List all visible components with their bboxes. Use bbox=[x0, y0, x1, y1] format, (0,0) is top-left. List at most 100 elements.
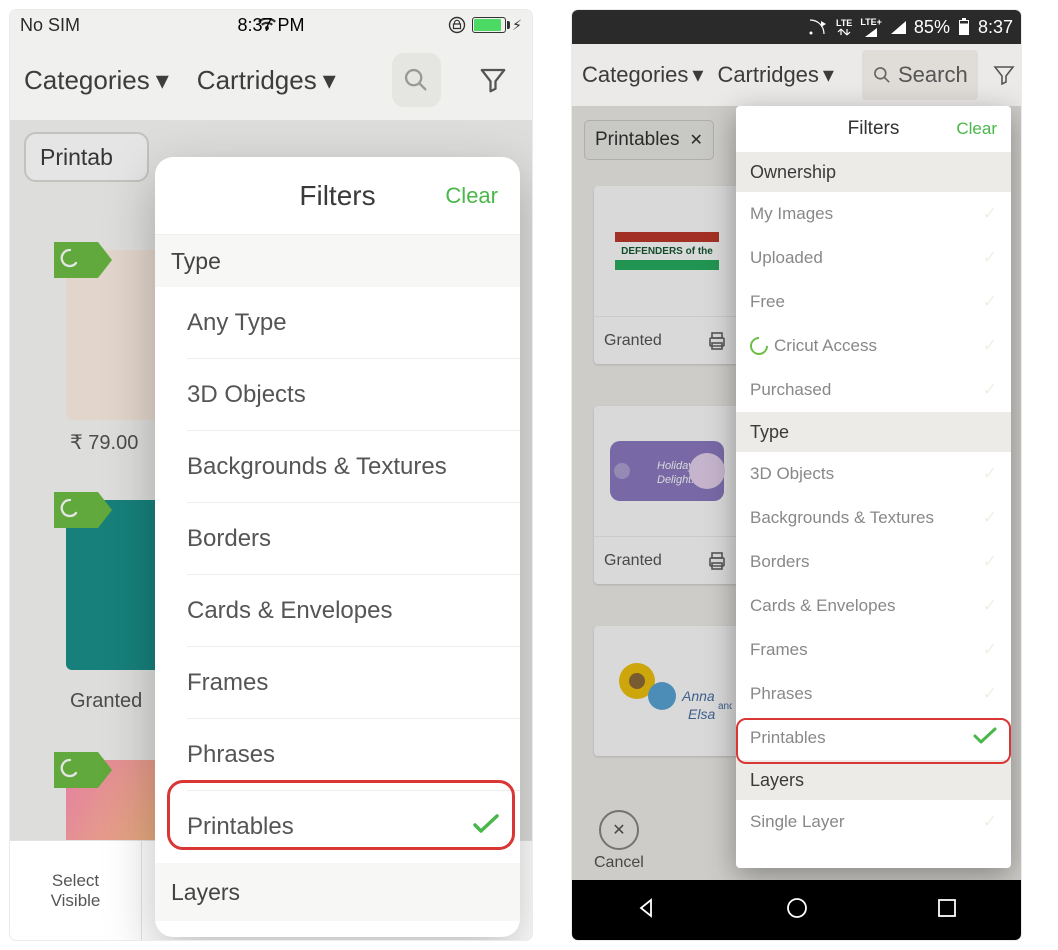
check-faded-icon: ✓ bbox=[983, 596, 997, 616]
option-label: Purchased bbox=[750, 380, 831, 400]
filter-option-backgrounds[interactable]: Backgrounds & Textures✓ bbox=[736, 496, 1011, 540]
chevron-down-icon: ▾ bbox=[156, 65, 169, 96]
funnel-icon bbox=[478, 65, 508, 95]
section-header-layers: Layers bbox=[155, 863, 520, 921]
filter-option-frames[interactable]: Frames✓ bbox=[187, 647, 520, 719]
android-screenshot: LTE LTE+ 85% 8:37 Categories ▾ Cartridge… bbox=[572, 10, 1021, 940]
option-label: Printables bbox=[750, 728, 826, 748]
section-header-type: Type bbox=[736, 412, 1011, 452]
option-label: Cards & Envelopes bbox=[187, 597, 392, 625]
select-visible-button[interactable]: Select Visible bbox=[10, 841, 142, 940]
clear-button[interactable]: Clear bbox=[956, 119, 997, 139]
ios-screenshot: No SIM 8:37 PM ⚡︎ Categories ▾ Cartridge… bbox=[10, 10, 532, 940]
filter-option-my-images[interactable]: My Images ✓ bbox=[736, 192, 1011, 236]
categories-label: Categories bbox=[582, 62, 688, 88]
check-faded-icon: ✓ bbox=[983, 248, 997, 268]
check-faded-icon: ✓ bbox=[983, 464, 997, 484]
filter-option-purchased[interactable]: Purchased ✓ bbox=[736, 368, 1011, 412]
option-label: Single Layer bbox=[750, 812, 845, 832]
filter-option-phrases[interactable]: Phrases✓ bbox=[187, 719, 520, 791]
volte-icon bbox=[808, 18, 828, 36]
lte-plus-icon: LTE+ bbox=[860, 18, 882, 37]
ios-toolbar: Categories ▾ Cartridges ▾ bbox=[10, 40, 532, 120]
search-input[interactable]: Search bbox=[862, 50, 978, 100]
option-label: Any Type bbox=[187, 309, 287, 337]
battery-icon bbox=[472, 17, 506, 33]
option-label: Cricut Access bbox=[774, 336, 877, 356]
home-button[interactable] bbox=[785, 896, 809, 925]
check-faded-icon: ✓ bbox=[983, 812, 997, 832]
chevron-down-icon: ▾ bbox=[692, 62, 703, 88]
filter-option-3d-objects[interactable]: 3D Objects ✓ bbox=[736, 452, 1011, 496]
check-faded-icon: ✓ bbox=[983, 508, 997, 528]
check-icon bbox=[472, 813, 500, 842]
categories-label: Categories bbox=[24, 65, 150, 96]
filter-option-any-type[interactable]: Any Type✓ bbox=[187, 287, 520, 359]
option-label: Uploaded bbox=[750, 248, 823, 268]
section-header-ownership: Ownership bbox=[736, 152, 1011, 192]
filter-option-borders[interactable]: Borders✓ bbox=[736, 540, 1011, 584]
option-label: Frames bbox=[750, 640, 808, 660]
cartridges-dropdown[interactable]: Cartridges ▾ bbox=[197, 65, 336, 96]
search-button[interactable] bbox=[392, 53, 441, 107]
filter-option-printables[interactable]: Printables bbox=[736, 716, 1011, 760]
filter-option-free[interactable]: Free✓ bbox=[736, 280, 1011, 324]
option-label: My Images bbox=[750, 204, 833, 224]
categories-dropdown[interactable]: Categories ▾ bbox=[24, 65, 169, 96]
popover-header: Filters Clear bbox=[736, 106, 1011, 152]
battery-percent-label: 85% bbox=[914, 17, 950, 38]
search-placeholder: Search bbox=[898, 62, 968, 88]
option-label: Frames bbox=[187, 669, 268, 697]
filter-option-uploaded[interactable]: Uploaded ✓ bbox=[736, 236, 1011, 280]
filter-option-cards[interactable]: Cards & Envelopes✓ bbox=[187, 575, 520, 647]
recents-button[interactable] bbox=[936, 897, 958, 924]
search-icon bbox=[872, 65, 892, 85]
filter-option-phrases[interactable]: Phrases ✓ bbox=[736, 672, 1011, 716]
popover-header: Filters Clear bbox=[155, 157, 520, 235]
option-label: Borders bbox=[750, 552, 810, 572]
option-label: Backgrounds & Textures bbox=[187, 453, 447, 481]
chevron-down-icon: ▾ bbox=[823, 62, 834, 88]
filter-button[interactable] bbox=[992, 63, 1016, 87]
back-button[interactable] bbox=[635, 896, 659, 925]
filter-option-borders[interactable]: Borders✓ bbox=[187, 503, 520, 575]
section-header-type: Type bbox=[155, 235, 520, 287]
lte-icon: LTE bbox=[836, 19, 852, 36]
filter-option-backgrounds[interactable]: Backgrounds & Textures✓ bbox=[187, 431, 520, 503]
android-toolbar: Categories ▾ Cartridges ▾ Search bbox=[572, 44, 1021, 106]
option-label: 3D Objects bbox=[750, 464, 834, 484]
android-nav-bar bbox=[572, 880, 1021, 940]
funnel-icon bbox=[992, 63, 1016, 87]
check-faded-icon: ✓ bbox=[983, 380, 997, 400]
categories-dropdown[interactable]: Categories ▾ bbox=[582, 62, 703, 88]
check-faded-icon: ✓ bbox=[983, 336, 997, 356]
filter-option-single-layer[interactable]: Single Layer ✓ bbox=[736, 800, 1011, 844]
search-icon bbox=[402, 66, 430, 94]
check-faded-icon: ✓ bbox=[983, 684, 997, 704]
cartridges-dropdown[interactable]: Cartridges ▾ bbox=[717, 62, 834, 88]
filter-option-printables[interactable]: Printables bbox=[187, 791, 520, 863]
cartridges-label: Cartridges bbox=[717, 62, 818, 88]
android-status-bar: LTE LTE+ 85% 8:37 bbox=[572, 10, 1021, 44]
check-icon bbox=[973, 727, 997, 750]
check-faded-icon: ✓ bbox=[983, 204, 997, 224]
section-header-layers: Layers bbox=[736, 760, 1011, 800]
filter-option-frames[interactable]: Frames✓ bbox=[736, 628, 1011, 672]
cricut-access-icon bbox=[746, 333, 771, 358]
option-label: Free bbox=[750, 292, 785, 312]
clock-label: 8:37 PM bbox=[10, 15, 532, 36]
filter-button[interactable] bbox=[469, 53, 518, 107]
clear-button[interactable]: Clear bbox=[445, 183, 498, 209]
chevron-down-icon: ▾ bbox=[323, 65, 336, 96]
popover-title: Filters bbox=[848, 118, 900, 140]
filter-option-cricut-access[interactable]: Cricut Access ✓ bbox=[736, 324, 1011, 368]
clock-label: 8:37 bbox=[978, 17, 1013, 38]
option-label: 3D Objects bbox=[187, 381, 306, 409]
cartridges-label: Cartridges bbox=[197, 65, 317, 96]
option-label: Phrases bbox=[750, 684, 812, 704]
select-visible-label-2: Visible bbox=[51, 891, 101, 911]
ios-status-bar: No SIM 8:37 PM ⚡︎ bbox=[10, 10, 532, 40]
option-label: Borders bbox=[187, 525, 271, 553]
filter-option-3d-objects[interactable]: 3D Objects✓ bbox=[187, 359, 520, 431]
filter-option-cards[interactable]: Cards & Envelopes✓ bbox=[736, 584, 1011, 628]
